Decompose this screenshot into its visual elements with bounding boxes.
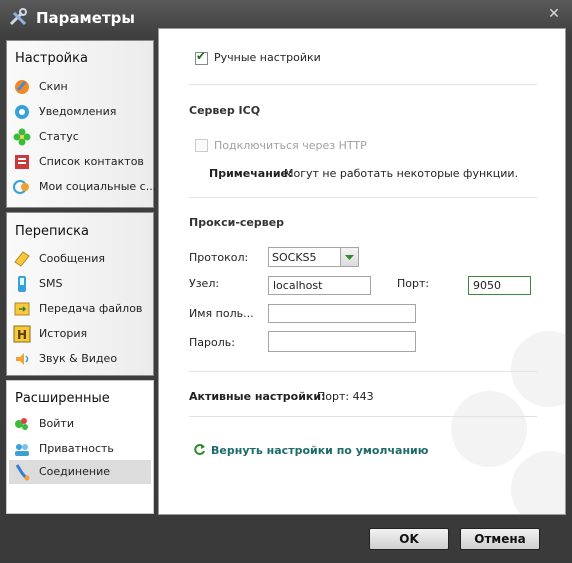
sidebar-item-label: Мои социальные с... [39,180,157,193]
divider [189,371,537,372]
sidebar-item-login[interactable]: Войти [9,412,151,436]
file-transfer-icon [14,302,30,316]
login-icon [15,418,28,430]
refresh-icon[interactable] [193,443,206,459]
sound-video-icon [16,353,29,365]
password-label: Пароль: [189,336,235,349]
cancel-button[interactable]: Отмена [460,528,540,550]
note-text: Могут не работать некоторые функции. [284,167,519,180]
bell-icon [15,105,29,119]
reset-defaults-link[interactable]: Вернуть настройки по умолчанию [211,444,428,457]
social-icon [13,180,29,194]
nav-group-settings: Настройка Скин Уведомления Статус Список… [6,40,156,208]
username-label: Имя поль... [189,307,254,320]
port-input[interactable]: 9050 [468,276,531,295]
sidebar-item-label: Статус [39,130,79,143]
sidebar-item-label: Скин [39,80,68,93]
protocol-value: SOCKS5 [272,251,317,264]
note-label: Примечание: [209,167,293,180]
host-input[interactable]: localhost [268,276,371,295]
connection-icon [15,464,30,481]
ok-button[interactable]: OK [369,528,449,550]
divider [189,84,537,85]
divider [189,416,537,417]
http-checkbox[interactable] [195,139,208,152]
password-input[interactable] [268,331,416,352]
svg-text:H: H [17,328,27,342]
port-label: Порт: [397,277,430,290]
sidebar-item-notifications[interactable]: Уведомления [9,100,151,124]
sidebar-item-label: Уведомления [39,105,117,118]
close-icon[interactable]: ✕ [546,6,562,22]
sidebar-item-history[interactable]: H История [9,322,151,346]
nav-group-title: Настройка [15,51,88,66]
active-settings-label: Активные настройки: [189,390,326,403]
sidebar-item-label: Приватность [39,442,114,455]
proxy-title: Прокси-сервер [189,216,285,229]
sidebar-item-label: Звук & Видео [39,352,118,365]
status-flower-icon [13,128,31,146]
sidebar-item-label: Войти [39,417,74,430]
settings-panel: ✔ Ручные настройки Сервер ICQ Подключить… [158,28,566,515]
sidebar-item-status[interactable]: Статус [9,125,151,149]
nav-group-title: Расширенные [15,391,110,406]
nav-group-title: Переписка [15,224,89,239]
sidebar-item-label: Сообщения [39,252,106,265]
settings-window: Параметры ✕ Настройка Скин Уведомления С… [0,0,572,563]
sidebar-item-contacts[interactable]: Список контактов [9,150,151,174]
http-label: Подключиться через HTTP [214,139,367,152]
chevron-down-icon[interactable] [340,248,358,266]
active-settings-value: Порт: 443 [317,390,374,403]
messages-icon [14,251,30,267]
divider [189,197,537,198]
icq-server-title: Сервер ICQ [189,104,261,117]
watermark-flower-icon [451,331,565,514]
contacts-icon [15,155,29,169]
sidebar-item-messages[interactable]: Сообщения [9,247,151,271]
sidebar-item-label: SMS [39,277,63,290]
privacy-icon [15,444,29,456]
protocol-select[interactable]: SOCKS5 [268,247,359,267]
sidebar-item-sms[interactable]: SMS [9,272,151,296]
checkmark-icon: ✔ [196,49,207,63]
history-icon: H [13,325,31,343]
sidebar-item-label: Передача файлов [39,302,143,315]
host-label: Узел: [189,277,220,290]
window-title: Параметры [36,9,135,27]
protocol-label: Протокол: [189,251,249,264]
sidebar-item-label: История [39,327,88,340]
sidebar-item-connection[interactable]: Соединение [9,460,151,484]
sidebar-item-skin[interactable]: Скин [9,75,151,99]
nav-group-messaging: Переписка Сообщения SMS Передача файлов … [6,212,154,376]
sms-icon [18,276,26,292]
sidebar-item-label: Соединение [39,465,111,478]
sidebar-item-label: Список контактов [39,155,144,168]
sidebar-item-sound-video[interactable]: Звук & Видео [9,347,151,371]
username-input[interactable] [268,304,416,323]
manual-settings-label: Ручные настройки [214,51,321,64]
skin-icon [15,80,29,94]
sidebar-item-file-transfer[interactable]: Передача файлов [9,297,151,321]
sidebar-item-privacy[interactable]: Приватность [9,437,151,461]
tools-icon [8,7,28,27]
nav-group-advanced: Расширенные Войти Приватность Соединение [6,380,154,514]
sidebar-item-social[interactable]: Мои социальные с... [9,175,156,199]
